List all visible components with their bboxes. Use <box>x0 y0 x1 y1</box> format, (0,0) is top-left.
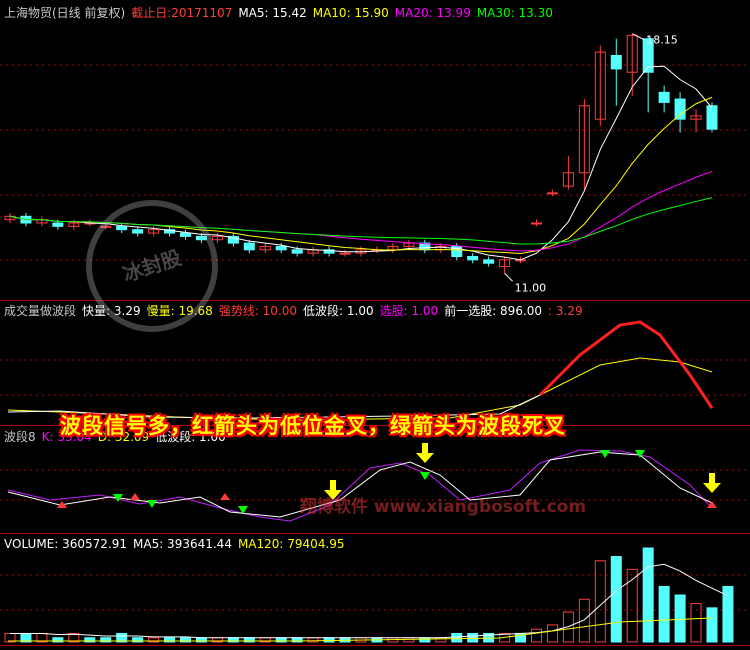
high-marker <box>632 33 645 41</box>
candle-body <box>467 256 479 261</box>
low-price-label: 11.00 <box>515 281 547 294</box>
volume-bar <box>626 568 638 643</box>
volume-bar <box>690 603 702 643</box>
signal-arrow-head <box>416 453 434 463</box>
candle-body <box>706 105 718 130</box>
volume-bar <box>722 585 734 643</box>
candle-body <box>546 192 558 195</box>
candle-body <box>52 222 64 227</box>
volume-bar <box>546 624 558 643</box>
volume-bar <box>451 632 463 643</box>
chart-canvas[interactable]: 18.15 11.00 <box>0 0 750 650</box>
volume-bar <box>706 607 718 643</box>
death-cross-arrow <box>600 450 610 458</box>
volume-bar <box>323 637 335 643</box>
volume-bar <box>578 598 590 643</box>
volume-bar <box>658 585 670 643</box>
golden-cross-arrow <box>220 493 230 500</box>
signal-arrow-stem <box>422 443 428 453</box>
candle-body <box>339 252 351 255</box>
candle-body <box>674 98 686 120</box>
signal-arrow-stem <box>330 480 336 490</box>
candle-body <box>483 259 495 264</box>
volume-bar <box>307 637 319 643</box>
volume-bar <box>642 547 654 643</box>
volume-bar <box>674 594 686 643</box>
high-price-label: 18.15 <box>646 34 678 47</box>
volume-bar <box>419 637 431 643</box>
signal-banner: 波段信号多，红箭头为低位金叉，绿箭头为波段死叉 <box>60 414 566 438</box>
candle-body <box>291 249 303 254</box>
candle-body <box>658 91 670 103</box>
candle-body <box>610 55 622 70</box>
volume-bar <box>610 556 622 643</box>
signal-arrow-stem <box>709 473 715 483</box>
volume-bar <box>467 632 479 643</box>
golden-cross-arrow <box>130 493 140 500</box>
death-cross-arrow <box>147 500 157 508</box>
signal-arrow-head <box>703 483 721 493</box>
volume-bar <box>531 628 542 643</box>
candle-body <box>275 245 287 251</box>
death-cross-arrow <box>420 472 430 480</box>
watermark-text: 翔博软件 www.xiangbosoft.com <box>300 497 587 517</box>
candle-body <box>243 242 255 251</box>
candle-body <box>531 222 542 225</box>
low-marker <box>504 272 513 282</box>
